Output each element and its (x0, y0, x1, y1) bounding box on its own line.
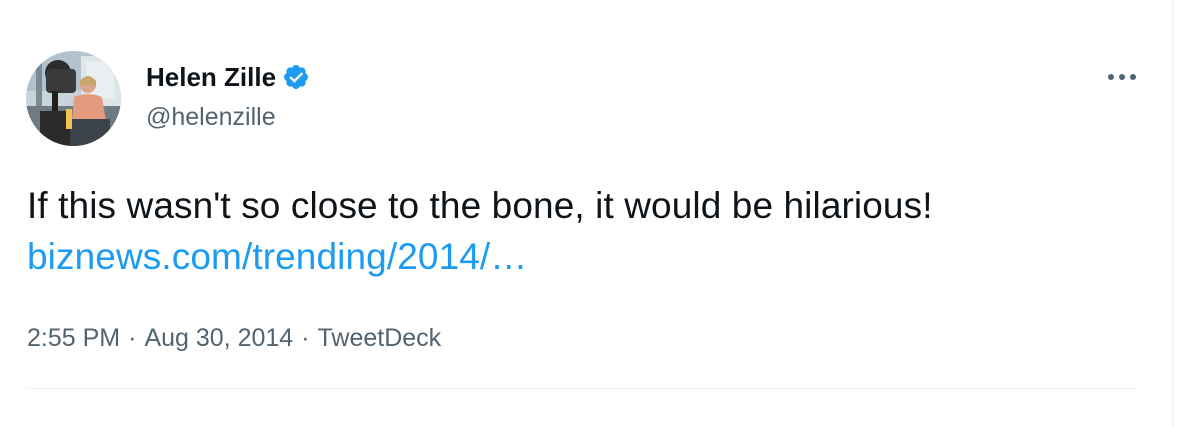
author-name-text: Helen Zille (146, 62, 277, 92)
meta-separator: · (128, 324, 137, 352)
column-border (1172, 0, 1174, 427)
author-handle[interactable]: @helenzille (146, 101, 276, 133)
tweet-metadata: 2:55 PM · Aug 30, 2014 · TweetDeck (27, 320, 441, 356)
tweet-source[interactable]: TweetDeck (318, 324, 442, 352)
tweet-card: Helen Zille @helenzille If this wasn't s… (0, 0, 1200, 427)
tweet-body: If this wasn't so close to the bone, it … (27, 185, 933, 226)
tweet-time[interactable]: 2:55 PM (27, 324, 120, 352)
avatar-image (26, 51, 121, 146)
divider (27, 388, 1140, 389)
tweet-text: If this wasn't so close to the bone, it … (27, 180, 1127, 282)
tweet-link[interactable]: biznews.com/trending/2014/… (27, 236, 527, 277)
more-options-button[interactable] (1104, 62, 1140, 92)
meta-separator: · (301, 324, 310, 352)
author-name[interactable]: Helen Zille (146, 61, 310, 93)
tweet-date[interactable]: Aug 30, 2014 (144, 324, 293, 352)
avatar[interactable] (26, 51, 121, 146)
verified-badge-icon (282, 63, 310, 91)
more-options-icon (1108, 74, 1136, 80)
